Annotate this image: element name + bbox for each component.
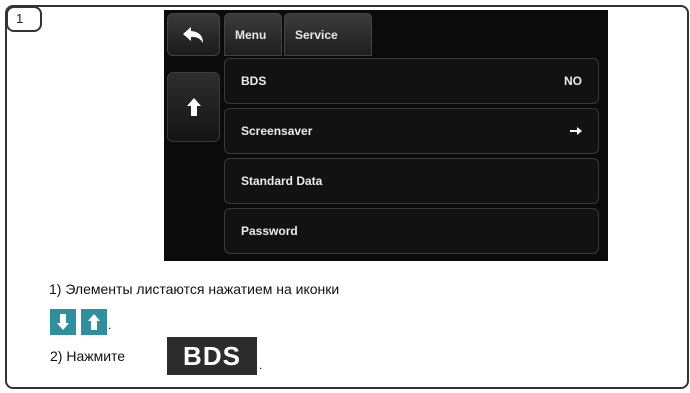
instruction-line-1-period: . xyxy=(108,318,112,332)
back-arrow-icon xyxy=(182,26,203,43)
menu-item-password[interactable]: Password xyxy=(224,208,599,254)
up-arrow-tile xyxy=(81,309,107,335)
menu-item-standard-data[interactable]: Standard Data xyxy=(224,158,599,204)
bds-button-preview: BDS xyxy=(167,337,257,375)
step-number: 1 xyxy=(16,11,24,26)
step-number-badge: 1 xyxy=(6,6,42,32)
instruction-line-2-period: . xyxy=(259,358,263,372)
down-arrow-tile xyxy=(50,309,76,335)
instruction-line-1: 1) Элементы листаются нажатием на иконки xyxy=(49,281,340,297)
tab-service-label: Service xyxy=(295,27,338,42)
down-arrow-icon xyxy=(57,314,69,330)
instruction-line-2: 2) Нажмите xyxy=(50,348,126,364)
device-screen: Menu Service BDS NO Screensaver Standard… xyxy=(164,10,608,261)
tab-service[interactable]: Service xyxy=(284,13,372,56)
menu-item-label: BDS xyxy=(241,74,267,88)
menu-item-label: Password xyxy=(241,224,298,238)
up-arrow-icon xyxy=(186,98,201,116)
menu-item-bds[interactable]: BDS NO xyxy=(224,58,599,104)
up-arrow-icon xyxy=(88,314,100,330)
back-button[interactable] xyxy=(167,13,220,56)
scroll-up-button[interactable] xyxy=(167,72,220,142)
tab-menu[interactable]: Menu xyxy=(224,13,282,56)
menu-item-label: Standard Data xyxy=(241,174,323,188)
forward-arrow-icon xyxy=(570,127,582,135)
menu-item-label: Screensaver xyxy=(241,124,313,138)
tab-menu-label: Menu xyxy=(235,27,267,42)
menu-item-value: NO xyxy=(564,74,582,88)
menu-item-screensaver[interactable]: Screensaver xyxy=(224,108,599,154)
